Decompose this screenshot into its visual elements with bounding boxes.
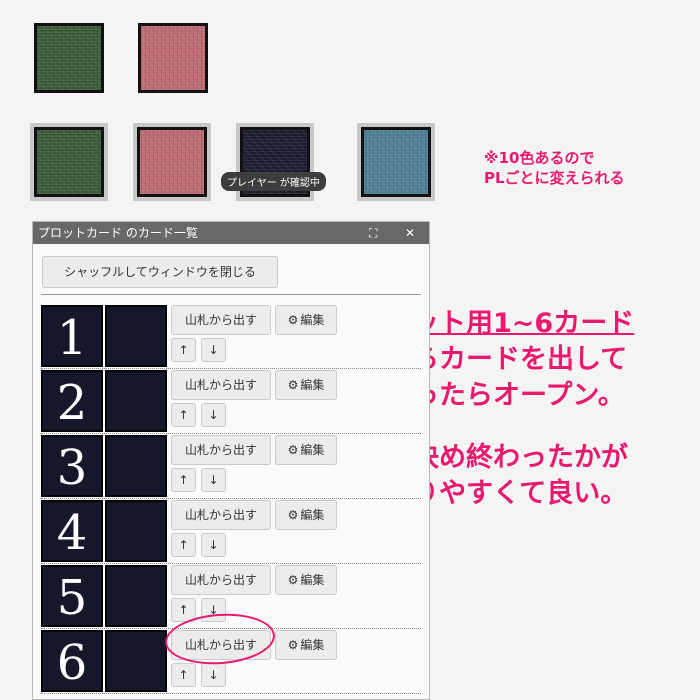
card-back[interactable] [105, 305, 167, 367]
close-icon[interactable]: ✕ [405, 222, 415, 244]
card-number: 4 [56, 505, 88, 561]
card-face[interactable]: 6 [41, 630, 103, 692]
draw-from-deck-button[interactable]: 山札から出す [171, 565, 271, 595]
move-down-button[interactable]: ↓ [201, 663, 226, 687]
window-title: プロットカード のカード一覧 [38, 226, 198, 240]
edit-label: 編集 [300, 573, 325, 587]
gear-icon: ⚙ [287, 313, 299, 327]
card-number: 1 [56, 310, 88, 366]
viewer-tooltip: プレイヤー が確認中 [221, 172, 326, 191]
gear-icon: ⚙ [287, 573, 299, 587]
edit-button[interactable]: ⚙ 編集 [275, 500, 337, 530]
card-face[interactable]: 2 [41, 370, 103, 432]
card-face[interactable]: 3 [41, 435, 103, 497]
move-down-button[interactable]: ↓ [201, 338, 226, 362]
move-down-button[interactable]: ↓ [201, 468, 226, 492]
note-colors-line-1: ※10色あるので [484, 149, 595, 167]
shuffle-close-button[interactable]: シャッフルしてウィンドウを閉じる [42, 256, 278, 288]
card-rose[interactable] [133, 123, 211, 201]
card-face[interactable]: 4 [41, 500, 103, 562]
card-number: 2 [56, 375, 88, 431]
divider [41, 294, 421, 295]
edit-button[interactable]: ⚙ 編集 [275, 630, 337, 660]
move-up-button[interactable]: ↑ [171, 468, 196, 492]
card-face[interactable]: 1 [41, 305, 103, 367]
move-up-button[interactable]: ↑ [171, 403, 196, 427]
gear-icon: ⚙ [287, 508, 299, 522]
card-blue[interactable] [357, 123, 435, 201]
move-up-button[interactable]: ↑ [171, 533, 196, 557]
move-down-button[interactable]: ↓ [201, 533, 226, 557]
card-back[interactable] [105, 630, 167, 692]
maximize-icon[interactable]: ⛶ [369, 222, 377, 244]
edit-button[interactable]: ⚙ 編集 [275, 305, 337, 335]
card-row: 4 山札から出す ⚙ 編集 ↑ ↓ [41, 498, 421, 564]
card-row: 1 山札から出す ⚙ 編集 ↑ ↓ [41, 303, 421, 369]
swatch-rose[interactable] [138, 23, 208, 93]
window-titlebar[interactable]: プロットカード のカード一覧 ⛶ ✕ [33, 222, 429, 244]
row-divider [41, 693, 421, 694]
edit-button[interactable]: ⚙ 編集 [275, 370, 337, 400]
card-green[interactable] [30, 123, 108, 201]
move-down-button[interactable]: ↓ [201, 403, 226, 427]
card-face[interactable]: 5 [41, 565, 103, 627]
card-back[interactable] [105, 435, 167, 497]
card-number: 3 [56, 440, 88, 496]
card-number: 5 [56, 570, 88, 626]
draw-from-deck-button[interactable]: 山札から出す [171, 435, 271, 465]
gear-icon: ⚙ [287, 638, 299, 652]
swatch-green[interactable] [34, 23, 104, 93]
draw-from-deck-button[interactable]: 山札から出す [171, 370, 271, 400]
edit-button[interactable]: ⚙ 編集 [275, 565, 337, 595]
card-back[interactable] [105, 370, 167, 432]
edit-label: 編集 [300, 638, 325, 652]
edit-label: 編集 [300, 313, 325, 327]
card-number: 6 [56, 635, 88, 691]
move-up-button[interactable]: ↑ [171, 663, 196, 687]
move-up-button[interactable]: ↑ [171, 338, 196, 362]
edit-label: 編集 [300, 378, 325, 392]
note-colors: ※10色あるので PLごとに変えられる [484, 148, 625, 188]
card-row: 2 山札から出す ⚙ 編集 ↑ ↓ [41, 368, 421, 434]
draw-from-deck-button[interactable]: 山札から出す [171, 500, 271, 530]
edit-label: 編集 [300, 443, 325, 457]
card-back[interactable] [105, 565, 167, 627]
card-back[interactable] [105, 500, 167, 562]
edit-label: 編集 [300, 508, 325, 522]
card-row: 3 山札から出す ⚙ 編集 ↑ ↓ [41, 433, 421, 499]
gear-icon: ⚙ [287, 443, 299, 457]
draw-from-deck-button[interactable]: 山札から出す [171, 305, 271, 335]
gear-icon: ⚙ [287, 378, 299, 392]
edit-button[interactable]: ⚙ 編集 [275, 435, 337, 465]
note-colors-line-2: PLごとに変えられる [484, 169, 625, 187]
